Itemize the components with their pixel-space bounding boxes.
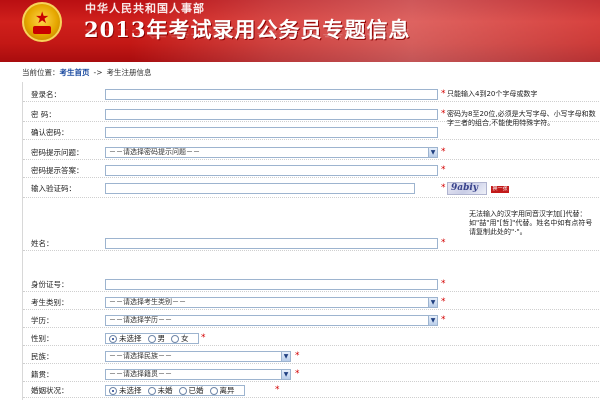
required-mark: * (441, 238, 446, 248)
password-input[interactable] (105, 109, 438, 120)
chevron-down-icon[interactable]: ▼ (428, 316, 437, 325)
ethnicity-label: 民族： (31, 352, 54, 361)
marital-option-label: 未选择 (119, 386, 142, 395)
question-select[interactable]: －－请选择密码提示问题－－ ▼ (105, 147, 438, 158)
row-login-name: 登录名： * 只能输入4到20个字母或数字 (23, 88, 600, 102)
required-mark: * (441, 279, 446, 289)
chevron-down-icon[interactable]: ▼ (281, 370, 290, 379)
question-label: 密码提示问题： (31, 148, 84, 157)
name-input[interactable] (105, 238, 438, 249)
login-name-label: 登录名： (31, 90, 61, 99)
category-select[interactable]: －－请选择考生类别－－ ▼ (105, 297, 438, 308)
hometown-label: 籍贯： (31, 370, 54, 379)
required-mark: * (441, 109, 446, 119)
marital-label: 婚姻状况： (31, 386, 69, 395)
row-password: 密 码： * 密码为8至20位,必须是大写字母、小写字母和数字三者的组合,不能使… (23, 108, 600, 127)
hometown-select-value: －－请选择籍贯－－ (109, 370, 172, 378)
radio-icon (109, 334, 117, 343)
banner-title-reflection: 2013年考试录用公务员专题信息 (84, 27, 411, 40)
name-hint: 无法输入的汉字用同音汉字加[]代替：如"喆"用"[哲]"代替。姓名中如有点符号请… (469, 210, 593, 236)
row-confirm-password: 确认密码： (23, 126, 600, 140)
row-name: 姓名： * (23, 237, 600, 251)
marital-radio-unselected[interactable]: 未选择 (109, 385, 142, 396)
id-number-input[interactable] (105, 279, 438, 290)
row-captcha: 输入验证码： * 9abiy 换一张 (23, 182, 600, 198)
confirm-password-label: 确认密码： (31, 128, 69, 137)
confirm-password-input[interactable] (105, 127, 438, 138)
chevron-down-icon[interactable]: ▼ (428, 298, 437, 307)
required-mark: * (441, 315, 446, 325)
education-label: 学历： (31, 316, 54, 325)
marital-radio-single[interactable]: 未婚 (147, 385, 173, 396)
name-label: 姓名： (31, 239, 54, 248)
breadcrumb: 当前位置：考生首页 -> 考生注册信息 (0, 66, 600, 80)
required-mark: * (201, 333, 206, 343)
row-hometown: 籍贯： －－请选择籍贯－－ ▼ * (23, 368, 600, 382)
id-number-label: 身份证号： (31, 280, 69, 289)
gender-option-label: 未选择 (119, 334, 142, 343)
marital-option-label: 离异 (219, 386, 235, 395)
required-mark: * (295, 369, 300, 379)
radio-icon (171, 334, 179, 343)
row-education: 学历： －－请选择学历－－ ▼ * (23, 314, 600, 328)
captcha-input[interactable] (105, 183, 415, 194)
gender-radio-female[interactable]: 女 (171, 333, 189, 344)
row-ethnicity: 民族： －－请选择民族－－ ▼ * (23, 350, 600, 364)
gender-label: 性别： (31, 334, 54, 343)
gender-radio-male[interactable]: 男 (147, 333, 166, 344)
education-select-value: －－请选择学历－－ (109, 316, 172, 324)
question-select-value: －－请选择密码提示问题－－ (109, 148, 200, 156)
radio-icon (147, 386, 156, 395)
category-label: 考生类别： (31, 298, 69, 307)
radio-icon (209, 386, 218, 395)
captcha-label: 输入验证码： (31, 184, 76, 193)
captcha-image: 9abiy (447, 182, 487, 195)
required-mark: * (441, 297, 446, 307)
password-label: 密 码： (31, 110, 56, 119)
breadcrumb-prefix: 当前位置： (22, 68, 60, 77)
row-answer: 密码提示答案： * (23, 164, 600, 178)
radio-icon (147, 334, 156, 343)
education-select[interactable]: －－请选择学历－－ ▼ (105, 315, 438, 326)
radio-icon (178, 386, 187, 395)
login-name-input[interactable] (105, 89, 438, 100)
ethnicity-select[interactable]: －－请选择民族－－ ▼ (105, 351, 291, 362)
breadcrumb-separator: -> (93, 68, 103, 77)
row-gender: 性别： 未选择 男 女 * (23, 332, 600, 346)
header-banner: ★ 中华人民共和国人事部 2013年考试录用公务员专题信息 2013年考试录用公… (0, 0, 600, 62)
hometown-select[interactable]: －－请选择籍贯－－ ▼ (105, 369, 291, 380)
marital-radio-group: 未选择 未婚 已婚 离异 (105, 385, 245, 396)
marital-option-label: 已婚 (188, 386, 204, 395)
required-mark: * (275, 385, 280, 395)
required-mark: * (295, 351, 300, 361)
required-mark: * (441, 89, 446, 99)
row-question: 密码提示问题： －－请选择密码提示问题－－ ▼ * (23, 146, 600, 160)
gender-radio-unselected[interactable]: 未选择 (109, 333, 142, 344)
ethnicity-select-value: －－请选择民族－－ (109, 352, 172, 360)
gender-option-label: 男 (157, 334, 166, 343)
registration-form: 登录名： * 只能输入4到20个字母或数字 密 码： * 密码为8至20位,必须… (22, 82, 600, 400)
required-mark: * (441, 165, 446, 175)
breadcrumb-current: 考生注册信息 (106, 68, 152, 77)
required-mark: * (441, 183, 446, 193)
gender-radio-group: 未选择 男 女 (105, 333, 199, 344)
required-mark: * (441, 147, 446, 157)
row-marital: 婚姻状况： 未选择 未婚 已婚 离异 * (23, 384, 600, 398)
login-name-hint: 只能输入4到20个字母或数字 (447, 90, 538, 98)
chevron-down-icon[interactable]: ▼ (281, 352, 290, 361)
captcha-refresh-button[interactable]: 换一张 (491, 186, 509, 193)
marital-radio-divorced[interactable]: 离异 (209, 385, 235, 396)
gender-option-label: 女 (181, 334, 189, 343)
answer-input[interactable] (105, 165, 438, 176)
national-emblem-icon: ★ (22, 2, 62, 42)
row-id-number: 身份证号： * (23, 278, 600, 292)
marital-radio-married[interactable]: 已婚 (178, 385, 204, 396)
marital-option-label: 未婚 (157, 386, 173, 395)
chevron-down-icon[interactable]: ▼ (428, 148, 437, 157)
answer-label: 密码提示答案： (31, 166, 84, 175)
row-category: 考生类别： －－请选择考生类别－－ ▼ * (23, 296, 600, 310)
category-select-value: －－请选择考生类别－－ (109, 298, 186, 306)
breadcrumb-home-link[interactable]: 考生首页 (60, 68, 90, 77)
radio-icon (109, 386, 117, 395)
